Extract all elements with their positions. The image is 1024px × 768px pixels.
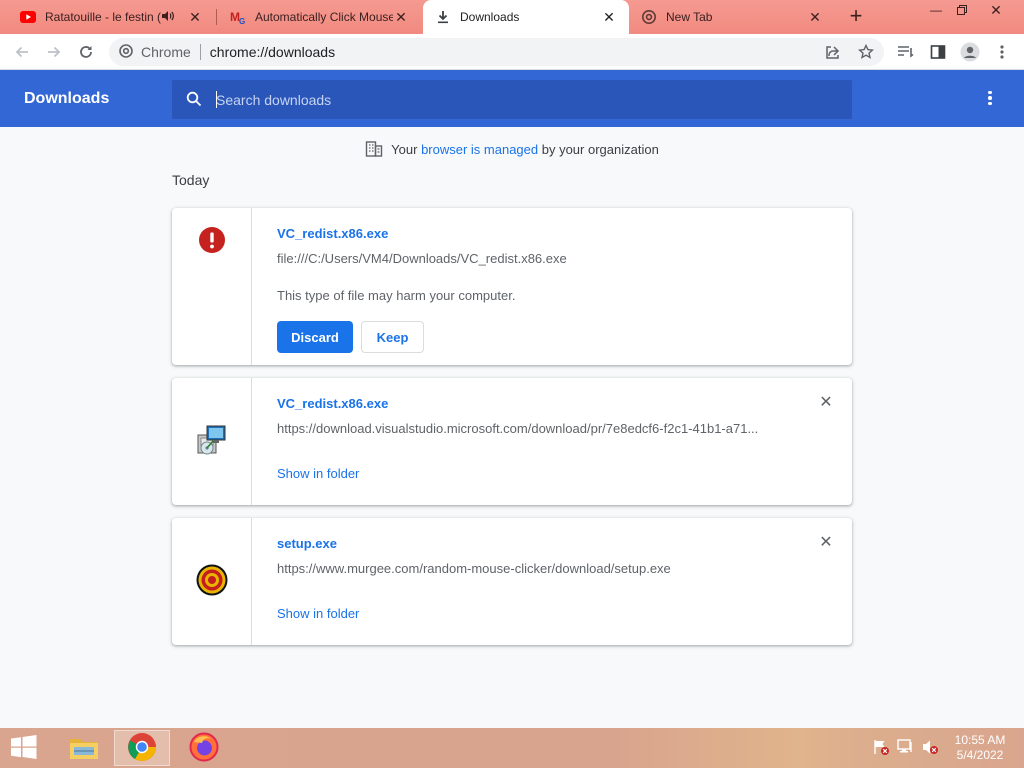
- file-explorer-taskbar-button[interactable]: [56, 730, 112, 766]
- new-tab-button[interactable]: +: [844, 5, 868, 29]
- file-url: file:///C:/Users/VM4/Downloads/VC_redist…: [277, 251, 567, 266]
- managed-text-suffix: by your organization: [538, 141, 659, 157]
- tab-automatically-click[interactable]: MG Automatically Click Mouse ✕: [218, 0, 421, 34]
- tab-title: Downloads: [460, 10, 520, 24]
- side-panel-icon[interactable]: [926, 40, 950, 64]
- clock-date: 5/4/2022: [956, 748, 1004, 762]
- network-icon[interactable]: [897, 738, 915, 756]
- download-icon-column: [172, 378, 252, 505]
- bookmark-star-icon[interactable]: [857, 43, 875, 60]
- omnibox-divider: [199, 44, 201, 60]
- page-title: Downloads: [24, 90, 110, 107]
- managed-link[interactable]: browser is managed: [421, 142, 538, 157]
- tab-title: New Tab: [666, 10, 713, 24]
- download-icon-column: [172, 518, 252, 645]
- text-cursor: [216, 91, 217, 108]
- search-input[interactable]: [216, 80, 836, 119]
- tab-divider: [216, 9, 217, 25]
- reload-icon[interactable]: [74, 40, 98, 64]
- svg-text:G: G: [239, 17, 245, 25]
- tab-downloads[interactable]: Downloads ✕: [423, 0, 629, 34]
- more-actions-icon[interactable]: [980, 88, 1000, 108]
- search-icon: [186, 91, 202, 107]
- back-icon[interactable]: [10, 40, 34, 64]
- remove-download-icon[interactable]: ✕: [816, 533, 836, 553]
- restore-button[interactable]: [946, 0, 978, 22]
- url-text[interactable]: chrome://downloads: [210, 44, 335, 60]
- firefox-taskbar-button[interactable]: [176, 730, 232, 766]
- date-group-header: Today: [172, 172, 210, 188]
- chrome-icon: [127, 732, 157, 765]
- show-in-folder-link[interactable]: Show in folder: [277, 466, 359, 481]
- windows-logo-icon: [10, 734, 38, 762]
- clock-time: 10:55 AM: [954, 733, 1006, 747]
- chrome-taskbar-button[interactable]: [114, 730, 170, 766]
- chrome-menu-icon[interactable]: [990, 40, 1014, 64]
- download-icon-column: [172, 208, 252, 365]
- taskbar: 10:55 AM 5/4/2022: [0, 728, 1024, 768]
- folder-icon: [68, 733, 100, 764]
- close-tab-icon[interactable]: ✕: [807, 9, 823, 25]
- download-item: VC_redist.x86.exe file:///C:/Users/VM4/D…: [172, 208, 852, 365]
- chrome-icon: [641, 9, 657, 25]
- tab-title: Ratatouille - le festin (: [45, 10, 161, 24]
- download-item: setup.exe https://www.murgee.com/random-…: [172, 518, 852, 645]
- target-icon: [195, 563, 229, 600]
- installer-icon: [195, 423, 229, 460]
- reading-list-icon[interactable]: [894, 40, 918, 64]
- file-name-link[interactable]: VC_redist.x86.exe: [277, 226, 388, 241]
- show-in-folder-link[interactable]: Show in folder: [277, 606, 359, 621]
- remove-download-icon[interactable]: ✕: [816, 393, 836, 413]
- close-tab-icon[interactable]: ✕: [601, 9, 617, 25]
- firefox-icon: [189, 732, 219, 765]
- browser-toolbar: Chrome chrome://downloads: [0, 34, 1024, 70]
- forward-icon[interactable]: [42, 40, 66, 64]
- file-name-link[interactable]: VC_redist.x86.exe: [277, 396, 388, 411]
- start-button[interactable]: [4, 732, 44, 764]
- keep-button[interactable]: Keep: [361, 321, 424, 353]
- tab-title: Automatically Click Mouse: [255, 10, 393, 24]
- omnibox[interactable]: Chrome chrome://downloads: [109, 38, 884, 66]
- file-url: https://download.visualstudio.microsoft.…: [277, 421, 759, 436]
- murgee-icon: MG: [230, 9, 246, 25]
- volume-muted-icon[interactable]: [921, 738, 939, 756]
- profile-avatar-icon[interactable]: [958, 40, 982, 64]
- discard-button[interactable]: Discard: [277, 321, 353, 353]
- omnibox-label: Chrome: [141, 44, 191, 60]
- search-bar[interactable]: [172, 80, 852, 119]
- share-icon[interactable]: [825, 44, 841, 60]
- building-icon: [365, 140, 383, 158]
- close-window-button[interactable]: ✕: [980, 0, 1012, 22]
- managed-notice: Your browser is managed by your organiza…: [0, 140, 1024, 158]
- youtube-icon: [20, 9, 36, 25]
- chrome-icon: [119, 44, 135, 60]
- close-tab-icon[interactable]: ✕: [393, 9, 409, 25]
- speaker-icon[interactable]: [161, 10, 177, 25]
- tab-new-tab[interactable]: New Tab ✕: [629, 0, 835, 34]
- danger-warning-text: This type of file may harm your computer…: [277, 288, 516, 303]
- downloads-header: Downloads: [0, 70, 1024, 127]
- action-center-flag-icon[interactable]: [872, 738, 890, 756]
- download-item: VC_redist.x86.exe https://download.visua…: [172, 378, 852, 505]
- tab-strip: Ratatouille - le festin ( ✕ MG Automatic…: [0, 0, 1024, 34]
- download-icon: [435, 9, 451, 25]
- warning-icon: [198, 226, 226, 257]
- tab-ratatouille[interactable]: Ratatouille - le festin ( ✕: [8, 0, 215, 34]
- close-tab-icon[interactable]: ✕: [187, 9, 203, 25]
- system-clock[interactable]: 10:55 AM 5/4/2022: [944, 733, 1016, 763]
- file-url: https://www.murgee.com/random-mouse-clic…: [277, 561, 671, 576]
- file-name-link[interactable]: setup.exe: [277, 536, 337, 551]
- managed-text-prefix: Your: [391, 141, 422, 157]
